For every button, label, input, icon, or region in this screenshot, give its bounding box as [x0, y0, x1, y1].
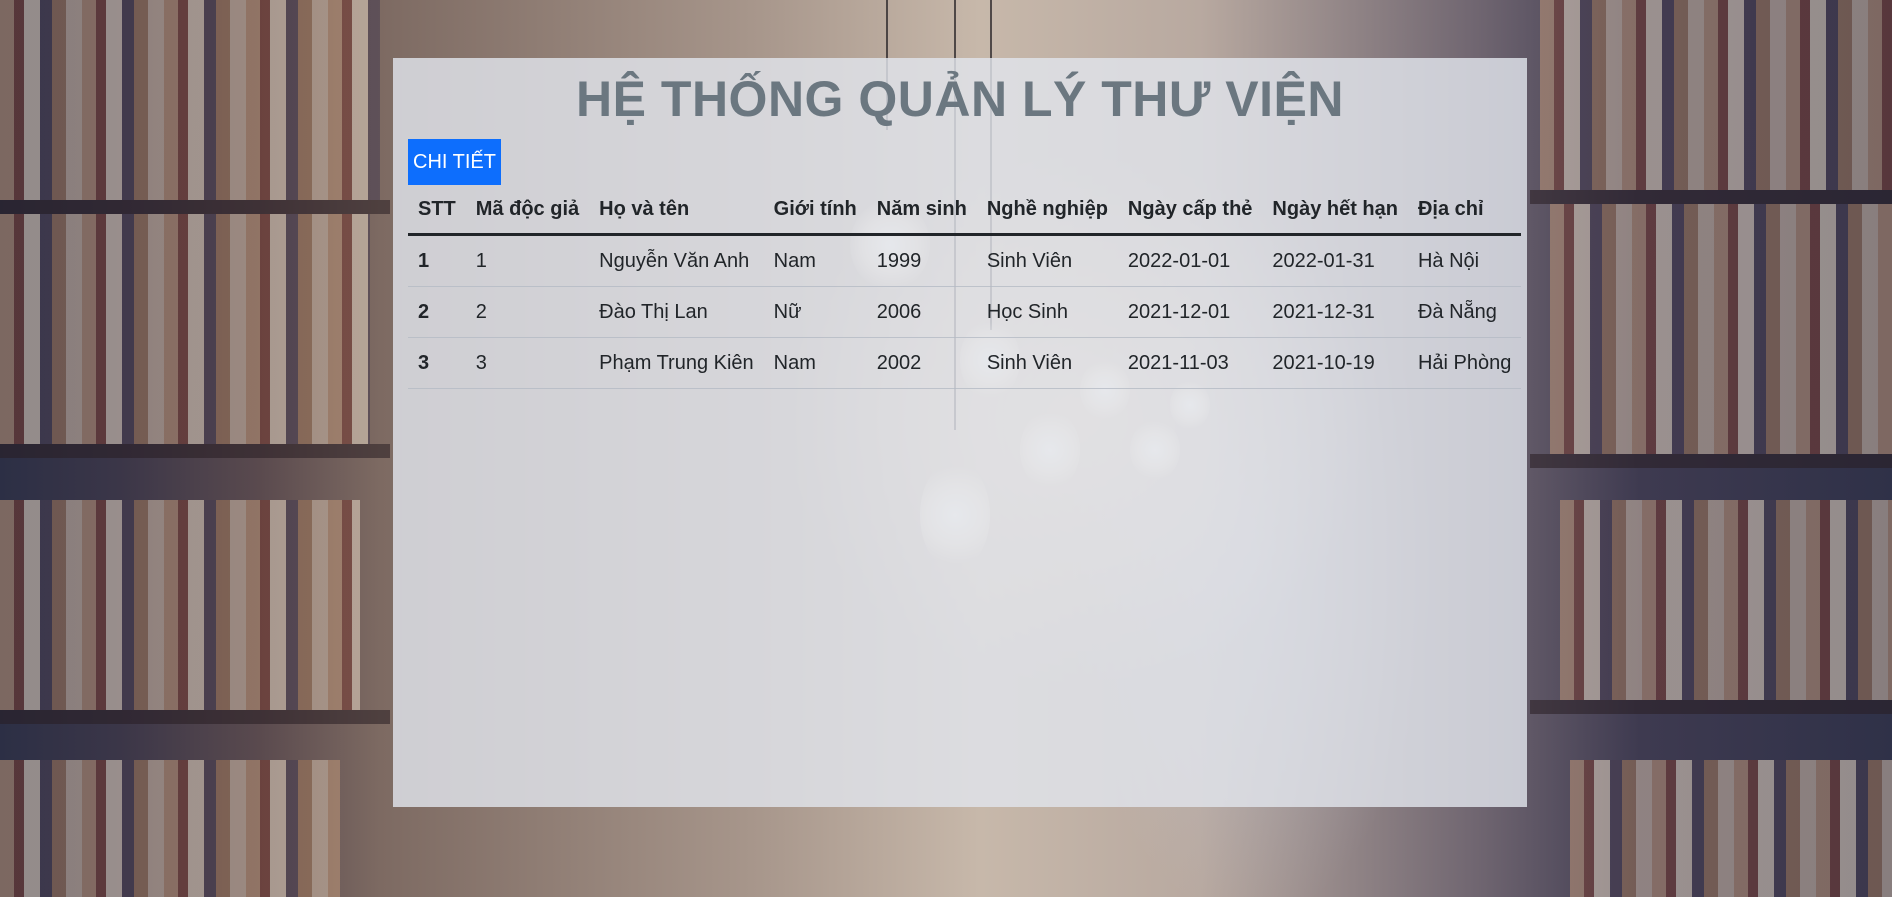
cell-stt: 1	[408, 234, 466, 287]
header-stt: STT	[408, 186, 466, 236]
shelf-right-1	[1530, 190, 1892, 204]
bookshelf-right-mid	[1550, 204, 1892, 454]
bookshelf-right-low	[1560, 500, 1892, 700]
bookshelf-left-bottom	[0, 760, 340, 897]
cell-issue-date: 2022-01-01	[1117, 234, 1263, 287]
cell-gender: Nữ	[763, 286, 867, 338]
header-expiry-date: Ngày hết hạn	[1262, 186, 1408, 236]
cell-birth-year: 1999	[866, 234, 977, 287]
cell-occupation: Sinh Viên	[976, 234, 1118, 287]
cell-issue-date: 2021-12-01	[1117, 286, 1263, 338]
table-row: 1 1 Nguyễn Văn Anh Nam 1999 Sinh Viên 20…	[408, 234, 1522, 287]
cell-stt: 2	[408, 286, 466, 338]
cell-full-name: Nguyễn Văn Anh	[589, 234, 764, 287]
cell-occupation: Sinh Viên	[976, 337, 1118, 389]
bookshelf-left-mid	[0, 214, 370, 444]
page-title: HỆ THỐNG QUẢN LÝ THƯ VIỆN	[576, 71, 1344, 127]
bookshelf-left-top	[0, 0, 380, 200]
cell-reader-id: 3	[465, 337, 590, 389]
cell-occupation: Học Sinh	[976, 286, 1118, 338]
header-occupation: Nghề nghiệp	[976, 186, 1118, 236]
cell-expiry-date: 2022-01-31	[1262, 234, 1408, 287]
detail-button[interactable]: CHI TIẾT	[408, 139, 501, 185]
reader-table: STT Mã độc giả Họ và tên Giới tính Năm s…	[408, 186, 1522, 389]
shelf-left-1	[0, 200, 390, 214]
cell-full-name: Phạm Trung Kiên	[589, 337, 764, 389]
header-gender: Giới tính	[763, 186, 867, 236]
table-row: 2 2 Đào Thị Lan Nữ 2006 Học Sinh 2021-12…	[408, 286, 1522, 338]
cell-birth-year: 2006	[866, 286, 977, 338]
cell-reader-id: 2	[465, 286, 590, 338]
cell-full-name: Đào Thị Lan	[589, 286, 764, 338]
header-reader-id: Mã độc giả	[465, 186, 590, 236]
shelf-left-3	[0, 710, 390, 724]
cell-address: Hải Phòng	[1407, 337, 1522, 389]
header-full-name: Họ và tên	[589, 186, 764, 236]
header-address: Địa chỉ	[1407, 186, 1522, 236]
shelf-right-2	[1530, 454, 1892, 468]
bookshelf-right-bottom	[1570, 760, 1892, 897]
cell-expiry-date: 2021-12-31	[1262, 286, 1408, 338]
cell-expiry-date: 2021-10-19	[1262, 337, 1408, 389]
library-panel: HỆ THỐNG QUẢN LÝ THƯ VIỆN CHI TIẾT STT M…	[393, 58, 1527, 807]
shelf-right-3	[1530, 700, 1892, 714]
table-header-row: STT Mã độc giả Họ và tên Giới tính Năm s…	[408, 186, 1522, 236]
header-birth-year: Năm sinh	[866, 186, 977, 236]
bookshelf-right-top	[1540, 0, 1892, 190]
cell-address: Hà Nội	[1407, 234, 1522, 287]
cell-stt: 3	[408, 337, 466, 389]
cell-gender: Nam	[763, 234, 867, 287]
bookshelf-left-low	[0, 500, 360, 710]
shelf-left-2	[0, 444, 390, 458]
cell-birth-year: 2002	[866, 337, 977, 389]
cell-gender: Nam	[763, 337, 867, 389]
table-row: 3 3 Phạm Trung Kiên Nam 2002 Sinh Viên 2…	[408, 337, 1522, 389]
cell-reader-id: 1	[465, 234, 590, 287]
header-issue-date: Ngày cấp thẻ	[1117, 186, 1263, 236]
cell-address: Đà Nẵng	[1407, 286, 1522, 338]
cell-issue-date: 2021-11-03	[1117, 337, 1263, 389]
